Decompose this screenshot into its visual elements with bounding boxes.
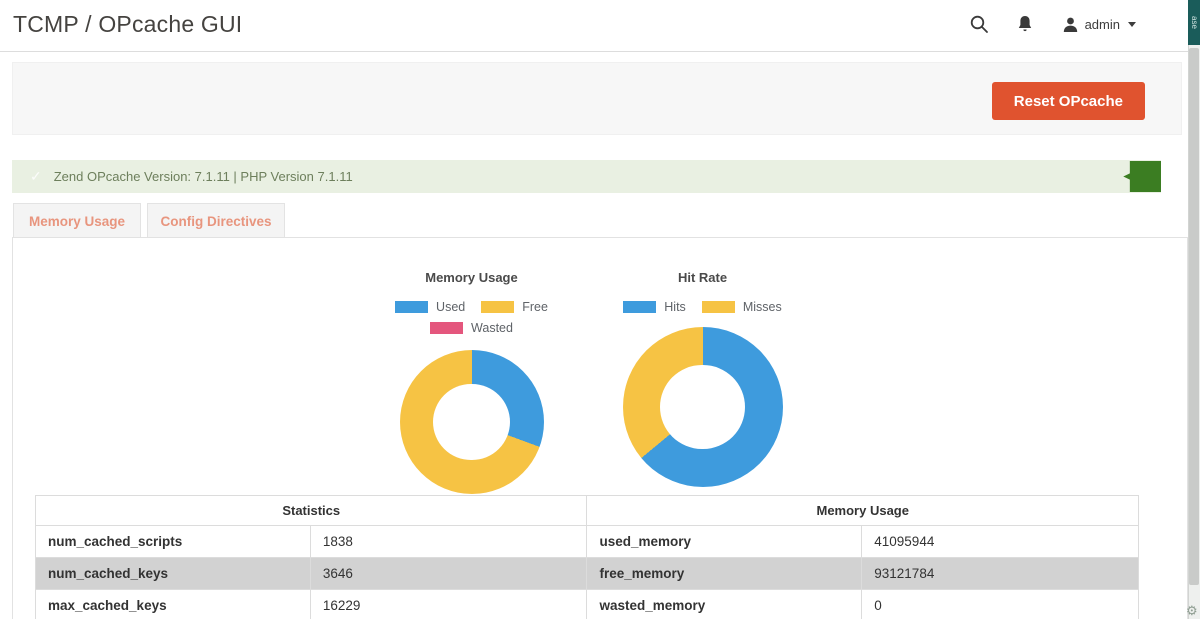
group-header-statistics: Statistics [36,496,587,526]
legend-swatch [395,301,428,313]
page-title: TCMP / OPcache GUI [13,11,242,38]
gear-icon[interactable]: ⚙ [1186,602,1200,619]
scrollbar-thumb[interactable] [1189,48,1199,585]
legend-item-free[interactable]: Free [481,300,548,314]
vertical-scrollbar [1188,0,1200,619]
chart-legend: Wasted [430,321,513,335]
notifications-bell-icon[interactable] [1002,15,1048,33]
legend-item-used[interactable]: Used [395,300,465,314]
group-header-memory-usage: Memory Usage [587,496,1139,526]
memory-usage-chart: Memory Usage Used Free Wasted [374,270,569,494]
chart-legend: Used Free [395,300,548,314]
vertical-ribbon-tab[interactable]: ase [1188,0,1200,45]
table-row: num_cached_keys 3646 free_memory 9312178… [36,558,1139,590]
user-avatar-icon [1062,16,1079,33]
user-name: admin [1085,17,1120,32]
hit-rate-donut[interactable] [623,327,783,487]
search-icon[interactable] [956,14,1002,34]
statistics-table: Statistics Memory Usage num_cached_scrip… [35,495,1139,619]
chevron-down-icon [1128,22,1136,27]
table-group-header: Statistics Memory Usage [36,496,1139,526]
header-actions: admin [956,10,1136,38]
version-alert: ✓ Zend OPcache Version: 7.1.11 | PHP Ver… [12,160,1161,193]
tab-memory-usage[interactable]: Memory Usage [13,203,141,238]
table-row: max_cached_keys 16229 wasted_memory 0 [36,590,1139,619]
legend-item-wasted[interactable]: Wasted [430,321,513,335]
table-row: num_cached_scripts 1838 used_memory 4109… [36,526,1139,558]
version-alert-text: Zend OPcache Version: 7.1.11 | PHP Versi… [54,169,353,184]
chart-legend: Hits Misses [623,300,781,314]
chart-title: Hit Rate [678,270,727,286]
legend-swatch [430,322,463,334]
hit-rate-chart: Hit Rate Hits Misses [600,270,805,487]
legend-swatch [623,301,656,313]
user-menu[interactable]: admin [1062,16,1136,33]
legend-item-misses[interactable]: Misses [702,300,782,314]
legend-swatch [481,301,514,313]
legend-swatch [702,301,735,313]
check-icon: ✓ [30,168,42,185]
chart-title: Memory Usage [425,270,517,286]
reset-opcache-button[interactable]: Reset OPcache [992,82,1145,120]
opcache-gui-page: TCMP / OPcache GUI admin Reset OPcache ✓… [0,0,1200,619]
action-toolbar: Reset OPcache [12,62,1182,135]
tab-config-directives[interactable]: Config Directives [147,203,285,238]
header-bar: TCMP / OPcache GUI admin [0,0,1188,52]
memory-usage-donut[interactable] [400,350,544,494]
legend-item-hits[interactable]: Hits [623,300,686,314]
